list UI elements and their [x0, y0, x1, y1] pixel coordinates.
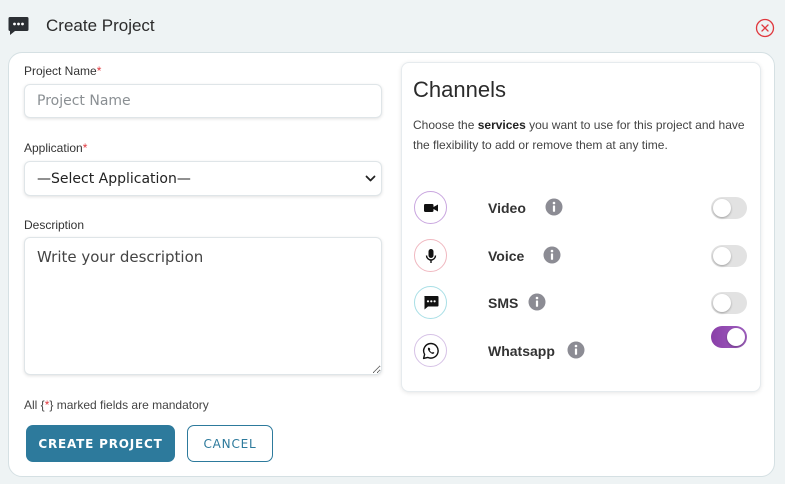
- cancel-button[interactable]: CANCEL: [187, 425, 273, 462]
- create-project-button[interactable]: CREATE PROJECT: [26, 425, 175, 462]
- project-name-label-text: Project Name: [24, 64, 97, 78]
- toggle-whatsapp[interactable]: [711, 326, 747, 348]
- application-label: Application*: [24, 141, 87, 155]
- mandatory-note-suffix: } marked fields are mandatory: [49, 398, 209, 412]
- description-label: Description: [24, 218, 85, 232]
- microphone-icon: [425, 248, 436, 263]
- required-asterisk: *: [82, 141, 88, 155]
- channel-row-sms: SMS: [402, 283, 762, 323]
- toggle-knob: [727, 328, 745, 346]
- toggle-video[interactable]: [711, 197, 747, 219]
- application-label-text: Application: [24, 141, 83, 155]
- channel-row-video: Video: [402, 188, 762, 228]
- video-camera-icon: [423, 203, 438, 212]
- channel-name-whatsapp: Whatsapp: [488, 343, 555, 359]
- channel-icon-wrap: [414, 191, 447, 224]
- channel-icon-wrap: [414, 239, 447, 272]
- sms-message-icon: [423, 296, 438, 310]
- dialog-header: Create Project: [0, 0, 785, 52]
- channel-name-voice: Voice: [488, 248, 525, 264]
- info-icon[interactable]: [545, 198, 563, 216]
- mandatory-fields-note: All {*} marked fields are mandatory: [24, 398, 209, 412]
- create-project-card: Project Name* Application* —Select Appli…: [8, 52, 775, 477]
- required-asterisk: *: [96, 64, 102, 78]
- channel-name-video: Video: [488, 200, 526, 216]
- channels-title: Channels: [413, 77, 506, 102]
- channels-description: Choose the services you want to use for …: [413, 115, 748, 155]
- toggle-knob: [713, 294, 731, 312]
- channel-icon-wrap: [414, 286, 447, 319]
- project-name-label: Project Name*: [24, 64, 101, 78]
- project-name-input[interactable]: [24, 84, 382, 118]
- mandatory-note-prefix: All {: [24, 398, 45, 412]
- info-icon[interactable]: [543, 246, 561, 264]
- channel-icon-wrap: [414, 334, 447, 367]
- close-icon[interactable]: [755, 18, 775, 38]
- channel-row-voice: Voice: [402, 236, 762, 276]
- channels-desc-bold: services: [477, 118, 526, 132]
- toggle-sms[interactable]: [711, 292, 747, 314]
- info-icon[interactable]: [567, 341, 585, 359]
- channels-panel: Channels Choose the services you want to…: [401, 62, 761, 392]
- toggle-voice[interactable]: [711, 245, 747, 267]
- info-icon[interactable]: [528, 293, 546, 311]
- channel-row-whatsapp: Whatsapp: [402, 326, 762, 371]
- channels-desc-prefix: Choose the: [413, 118, 478, 132]
- dialog-title: Create Project: [46, 16, 155, 35]
- description-textarea[interactable]: [24, 237, 382, 375]
- channel-name-sms: SMS: [488, 295, 519, 311]
- toggle-knob: [713, 199, 731, 217]
- toggle-knob: [713, 247, 731, 265]
- application-select[interactable]: —Select Application—: [24, 161, 382, 196]
- chat-dots-icon: [8, 17, 29, 35]
- whatsapp-icon: [422, 342, 439, 359]
